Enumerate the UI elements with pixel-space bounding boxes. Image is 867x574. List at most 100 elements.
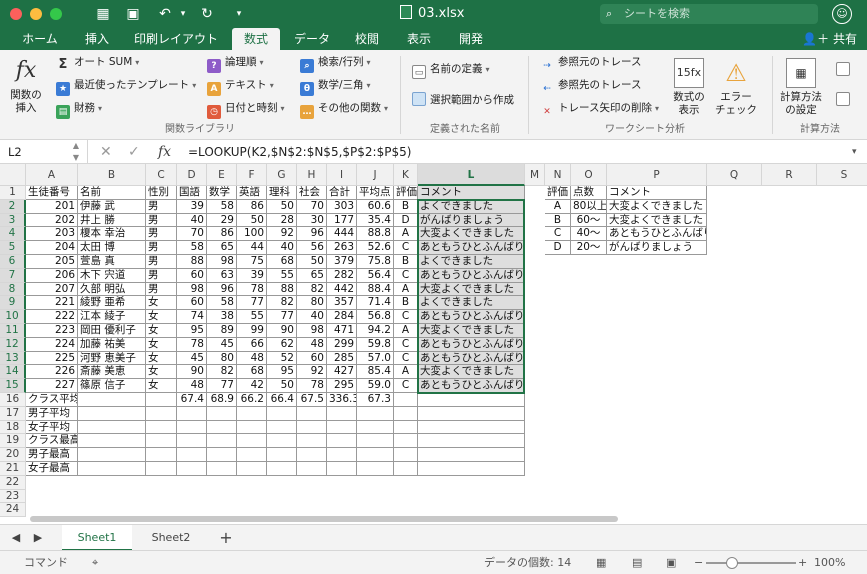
row-header[interactable]: 5 [0, 241, 26, 255]
table-cell[interactable]: B [394, 255, 418, 269]
table-cell[interactable]: 萱島 真 [78, 255, 146, 269]
table-cell[interactable]: 177 [327, 213, 357, 228]
column-header[interactable]: S [817, 164, 867, 186]
table-cell[interactable]: 28 [267, 213, 297, 228]
row-header[interactable]: 9 [0, 296, 26, 311]
redo-icon[interactable]: ↻ [196, 4, 218, 24]
table-cell[interactable]: 95 [177, 324, 207, 338]
table-cell[interactable]: 85.4 [357, 365, 394, 380]
next-sheet-icon[interactable]: ▶ [30, 525, 46, 551]
table-cell[interactable]: 男 [146, 268, 177, 283]
table-cell[interactable]: 65 [207, 241, 237, 255]
logical-button[interactable]: ? 論理順 ▾ [207, 55, 264, 73]
table-cell[interactable]: 96 [207, 282, 237, 297]
table-cell[interactable] [297, 420, 327, 435]
column-header[interactable]: K [394, 164, 418, 186]
table-cell[interactable]: 224 [26, 337, 78, 352]
table-cell[interactable] [78, 448, 146, 462]
table-cell[interactable]: 伊藤 武 [78, 199, 146, 214]
lookup-cell[interactable]: A [545, 199, 571, 214]
table-cell[interactable]: 55 [237, 310, 267, 324]
table-header-cell[interactable]: 合計 [327, 186, 357, 200]
formula-input[interactable]: =LOOKUP(K2,$N$2:$N$5,$P$2:$P$5) [188, 140, 411, 164]
comment-cell[interactable]: あともうひとふんばり [418, 337, 525, 352]
table-cell[interactable] [297, 462, 327, 476]
lookup-header-cell[interactable]: 評価 [545, 186, 571, 200]
row-label-cell[interactable]: 女子平均 [26, 420, 78, 435]
define-name-button[interactable]: ▭ 名前の定義 ▾ [412, 62, 490, 79]
table-cell[interactable]: D [394, 213, 418, 228]
table-cell[interactable]: 男 [146, 255, 177, 269]
table-cell[interactable] [207, 420, 237, 435]
table-cell[interactable]: 226 [26, 365, 78, 380]
row-header[interactable]: 8 [0, 282, 26, 297]
table-cell[interactable]: 357 [327, 296, 357, 311]
tab-developer[interactable]: 開発 [448, 28, 494, 50]
average-cell[interactable]: 67.5 [297, 393, 327, 407]
lookup-cell[interactable]: 大変よくできました [607, 213, 707, 228]
table-cell[interactable]: 木下 宍道 [78, 268, 146, 283]
column-header[interactable]: J [357, 164, 394, 186]
table-cell[interactable] [207, 462, 237, 476]
table-cell[interactable]: C [394, 310, 418, 324]
row-header[interactable]: 17 [0, 406, 26, 421]
table-cell[interactable]: 岡田 優利子 [78, 324, 146, 338]
comment-cell[interactable]: あともうひとふんばり [418, 379, 525, 393]
table-cell[interactable]: 加藤 祐美 [78, 337, 146, 352]
table-cell[interactable]: 39 [237, 268, 267, 283]
table-cell[interactable]: 225 [26, 351, 78, 366]
row-header[interactable]: 2 [0, 199, 26, 214]
table-cell[interactable]: 60 [177, 268, 207, 283]
table-cell[interactable]: 92 [297, 365, 327, 380]
table-cell[interactable]: 男 [146, 199, 177, 214]
remove-arrows-button[interactable]: ✕ トレース矢印の削除 ▾ [540, 101, 659, 119]
cancel-entry-icon[interactable]: ✕ [100, 140, 112, 164]
tab-formulas[interactable]: 数式 [232, 28, 280, 50]
table-cell[interactable]: 56.8 [357, 310, 394, 324]
table-cell[interactable] [357, 448, 394, 462]
table-cell[interactable] [418, 448, 525, 462]
table-cell[interactable]: 50 [267, 379, 297, 393]
table-cell[interactable]: 86 [237, 199, 267, 214]
zoom-out-button[interactable]: − [694, 551, 703, 574]
row-header[interactable]: 24 [0, 503, 26, 518]
tab-data[interactable]: データ [286, 28, 338, 50]
table-cell[interactable]: 75 [237, 255, 267, 269]
lookup-cell[interactable]: D [545, 241, 571, 255]
table-cell[interactable]: 29 [207, 213, 237, 228]
table-cell[interactable] [327, 434, 357, 449]
sheet-tab-sheet2[interactable]: Sheet2 [136, 525, 206, 551]
tab-page-layout[interactable]: 印刷レイアウト [124, 28, 228, 50]
table-cell[interactable]: C [394, 268, 418, 283]
table-cell[interactable] [357, 420, 394, 435]
table-cell[interactable] [237, 406, 267, 421]
table-cell[interactable]: 442 [327, 282, 357, 297]
comment-cell[interactable]: 大変よくできました [418, 365, 525, 380]
table-cell[interactable]: 60 [177, 296, 207, 311]
share-button[interactable]: 👤＋ 共有 [802, 28, 857, 50]
table-cell[interactable]: 299 [327, 337, 357, 352]
table-cell[interactable]: 男 [146, 282, 177, 297]
lookup-cell[interactable]: 大変よくできました [607, 199, 707, 214]
row-header[interactable]: 19 [0, 434, 26, 449]
lookup-header-cell[interactable]: 点数 [571, 186, 607, 200]
show-formulas-button[interactable]: 15fx 数式の 表示 [668, 58, 710, 117]
name-box[interactable]: L2 ▲ ▼ [0, 140, 88, 164]
trace-dependents-button[interactable]: ⇠ 参照先のトレース [540, 78, 641, 96]
lookup-reference-button[interactable]: ⌕ 検索/行列 ▾ [300, 55, 371, 73]
column-header[interactable]: M [525, 164, 545, 186]
table-cell[interactable]: 48 [297, 337, 327, 352]
table-cell[interactable] [207, 448, 237, 462]
sidebar-toggle-icon[interactable]: ▦ [92, 4, 114, 24]
calculate-now-button[interactable] [836, 62, 854, 77]
prev-sheet-icon[interactable]: ◀ [8, 525, 24, 551]
comment-cell[interactable]: あともうひとふんばり [418, 241, 525, 255]
table-cell[interactable]: 71.4 [357, 296, 394, 311]
table-cell[interactable] [418, 393, 525, 407]
lookup-cell[interactable]: 80以上 [571, 199, 607, 214]
table-cell[interactable]: 40 [267, 241, 297, 255]
row-label-cell[interactable]: 女子最高 [26, 462, 78, 476]
sheet-search-input[interactable]: ⌕ シートを検索 [600, 4, 818, 24]
row-label-cell[interactable]: クラス最高 [26, 434, 78, 449]
column-header[interactable]: O [571, 164, 607, 186]
